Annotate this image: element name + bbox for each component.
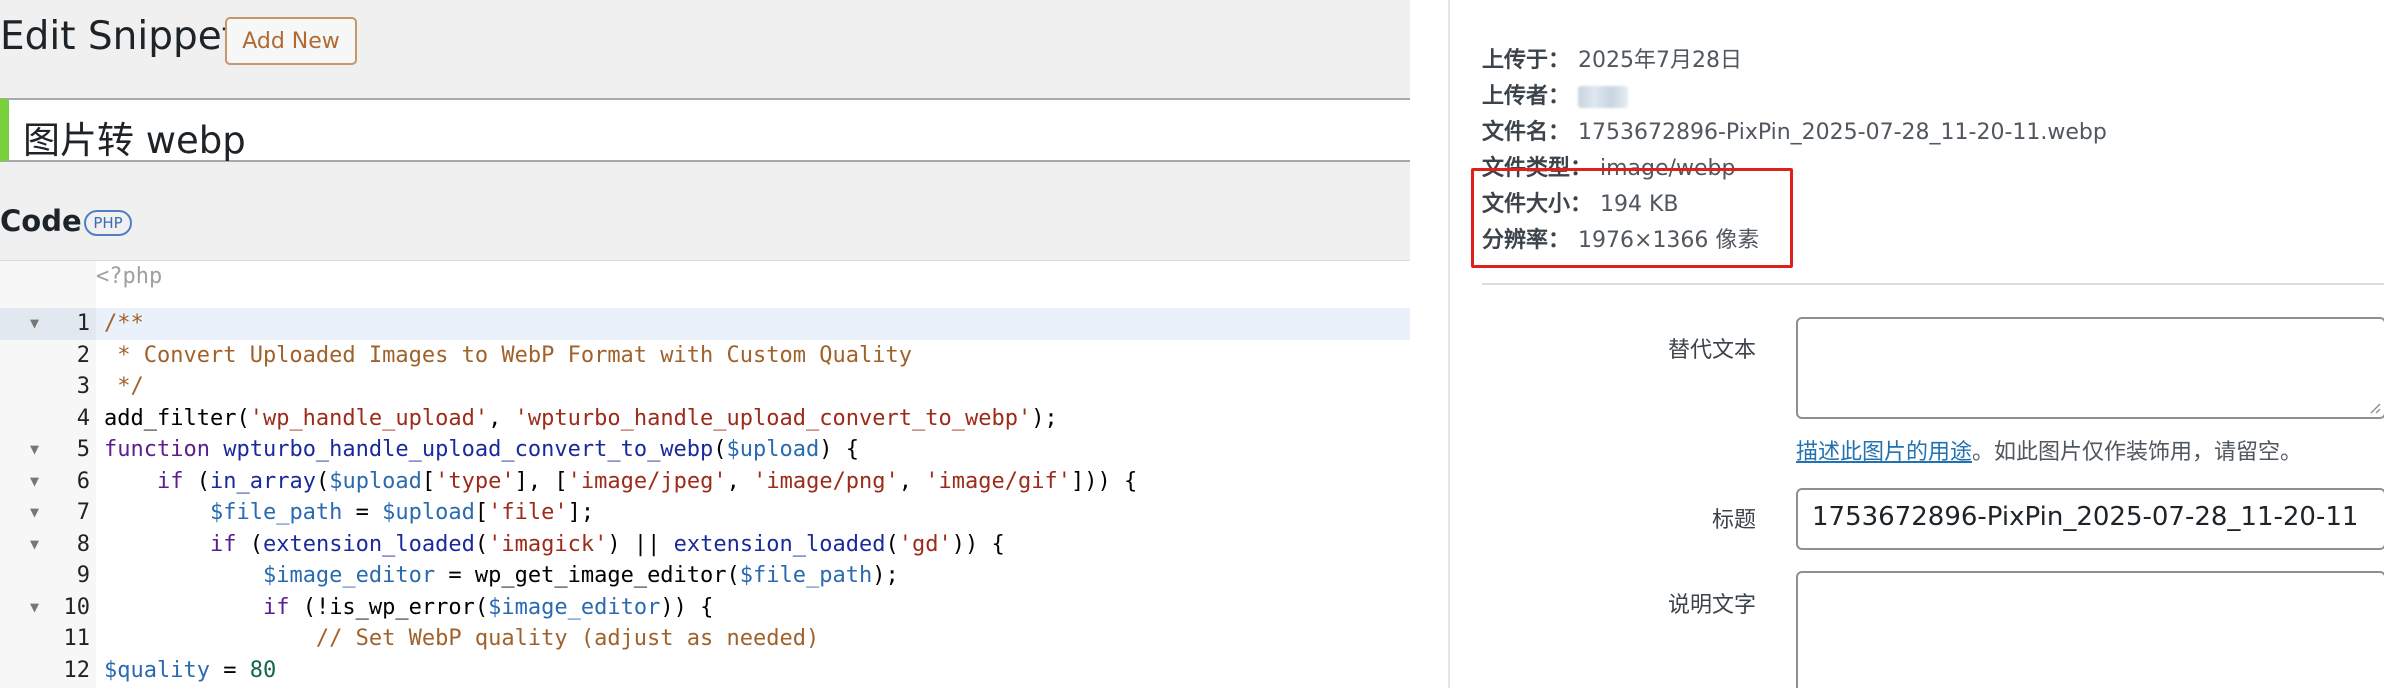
code-line-8[interactable]: ▼ 8 if (extension_loaded('imagick') || ex… [0,529,1410,561]
uploaded-on-label: 上传于： [1482,48,1571,73]
code-text: if (in_array($upload['type'], ['image/jp… [156,468,1138,494]
page-title: Edit Snippet [0,14,238,59]
uploaded-by-label: 上传者： [1482,84,1571,109]
line-number: 2 [76,342,90,368]
code-text: add_filter('wp_handle_upload', 'wpturbo_… [104,405,1058,431]
fold-toggle-icon[interactable]: ▼ [30,592,39,624]
code-text: $quality = 80 [104,657,277,683]
code-line-2[interactable]: 2 * Convert Uploaded Images to WebP Form… [0,340,1410,372]
caption-label: 说明文字 [1667,593,1756,618]
code-text: /** [104,311,144,336]
code-line-12[interactable]: 12 $quality = 80 [0,655,1410,687]
line-gutter-cell: ▼ 5 [0,434,96,466]
alt-text-textarea[interactable] [1796,317,2384,419]
line-gutter-cell: ▼ 6 [0,466,96,498]
code-text: // Set WebP quality (adjust as needed) [315,626,820,651]
line-gutter-cell: ▼ 8 [0,529,96,561]
code-line-3[interactable]: 3 */ [0,371,1410,403]
php-open-tag: <?php [96,264,163,289]
code-line-6[interactable]: ▼ 6 if (in_array($upload['type'], ['image… [0,466,1410,498]
code-line-11[interactable]: 11 // Set WebP quality (adjust as needed… [0,623,1410,655]
fold-toggle-icon[interactable]: ▼ [30,308,39,340]
code-section-label: Code [0,204,82,238]
alt-text-help: 描述此图片的用途。如此图片仅作装饰用，请留空。 [1796,434,2302,466]
red-highlight-annotation [1471,168,1793,268]
alt-text-label: 替代文本 [1667,338,1756,363]
line-number: 10 [63,594,91,620]
line-gutter-cell: 11 [0,623,96,655]
title-input[interactable]: 1753672896-PixPin_2025-07-28_11-20-11 [1796,488,2384,550]
line-gutter-cell: 4 [0,403,96,435]
resize-grip-icon[interactable] [2367,400,2381,414]
code-text: if (!is_wp_error($image_editor)) { [262,594,714,620]
code-line-5[interactable]: ▼ 5 function wpturbo_handle_upload_convert… [0,434,1410,466]
code-line-10[interactable]: ▼ 10 if (!is_wp_error($image_editor)) { [0,592,1410,624]
line-gutter-cell: 9 [0,560,96,592]
line-gutter-cell: 2 [0,340,96,372]
alt-text-help-text: 。如此图片仅作装饰用，请留空。 [1972,440,2303,465]
uploader-name-redacted [1578,86,1629,108]
fold-toggle-icon[interactable]: ▼ [30,434,39,466]
code-text: function wpturbo_handle_upload_convert_t… [104,437,860,462]
file-name-label: 文件名： [1482,120,1571,145]
snippet-title-text: 图片转 webp [23,119,246,162]
line-gutter-cell: ▼ 10 [0,592,96,624]
line-number: 6 [76,468,90,494]
code-text: */ [104,374,144,399]
snippet-title-input[interactable]: 图片转 webp [0,98,1410,162]
line-gutter-cell: 12 [0,655,96,687]
pane-divider [1448,0,1450,688]
line-number: 3 [76,374,90,399]
title-input-value: 1753672896-PixPin_2025-07-28_11-20-11 [1812,502,2359,532]
fold-toggle-icon[interactable]: ▼ [30,466,39,498]
code-line-4[interactable]: 4 add_filter('wp_handle_upload', 'wpturbo… [0,403,1410,435]
attachment-details-pane: 上传于： 2025年7月28日 上传者： 文件名： 1753672896-PixPi… [1410,0,2384,688]
alt-text-help-link[interactable]: 描述此图片的用途 [1796,440,1972,465]
code-line-9[interactable]: 9 $image_editor = wp_get_image_editor($f… [0,560,1410,592]
code-line-1[interactable]: ▼ 1/** [0,308,1410,340]
code-line-7[interactable]: ▼ 7 $file_path = $upload['file']; [0,497,1410,529]
line-number: 8 [76,531,90,557]
line-number: 1 [76,311,90,336]
title-label: 标题 [1711,508,1756,533]
uploaded-by-row: 上传者： [1482,78,1629,110]
caption-textarea[interactable] [1796,571,2384,688]
line-gutter-cell: ▼ 1 [0,308,96,340]
section-divider [1482,283,2384,285]
line-number: 12 [63,657,91,683]
code-text: $file_path = $upload['file']; [209,500,595,525]
line-number: 4 [76,405,90,431]
line-gutter-cell: 3 [0,371,96,403]
add-new-button[interactable]: Add New [225,17,357,65]
fold-toggle-icon[interactable]: ▼ [30,497,39,529]
code-text: if (extension_loaded('imagick') || exten… [209,531,1005,557]
line-gutter-cell: ▼ 7 [0,497,96,529]
code-text: * Convert Uploaded Images to WebP Format… [104,342,912,368]
uploaded-on-row: 上传于： 2025年7月28日 [1482,42,1742,74]
line-number: 5 [76,437,90,462]
code-text: $image_editor = wp_get_image_editor($fil… [262,563,899,588]
line-number: 7 [76,500,90,525]
uploaded-on-value: 2025年7月28日 [1578,48,1742,73]
line-number: 9 [76,563,90,588]
line-number: 11 [63,626,91,651]
fold-toggle-icon[interactable]: ▼ [30,529,39,561]
snippet-editor-pane: Edit Snippet Add New 图片转 webp Code PHP <… [0,0,1410,688]
file-name-row: 文件名： 1753672896-PixPin_2025-07-28_11-20-1… [1482,114,2107,146]
file-name-value: 1753672896-PixPin_2025-07-28_11-20-11.we… [1578,120,2107,145]
php-language-badge: PHP [84,210,132,236]
code-editor[interactable]: <?php ▼ 1/** 2 * Convert Uploaded Images t… [0,260,1410,688]
